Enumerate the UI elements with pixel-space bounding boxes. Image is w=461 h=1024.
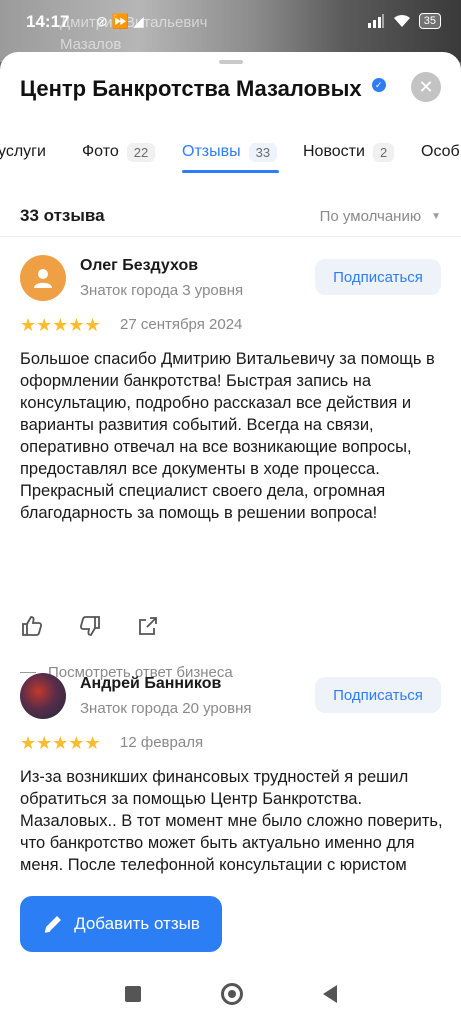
subscribe-button[interactable]: Подписаться [315, 259, 441, 295]
thumbs-down-icon[interactable] [78, 614, 102, 638]
recents-button[interactable] [124, 986, 141, 1002]
system-icons: 35 [367, 13, 441, 29]
sort-dropdown[interactable]: По умолчанию ▼ [320, 208, 441, 225]
status-notification-icons: ⊘ ⏩ ◢ [96, 13, 144, 29]
subscribe-button[interactable]: Подписаться [315, 677, 441, 713]
review-text: Большое спасибо Дмитрию Витальевичу за п… [20, 350, 435, 522]
review-text: Из-за возникших финансовых трудностей я … [20, 768, 443, 874]
reviewer-level: Знаток города 20 уровня [80, 700, 252, 717]
share-icon[interactable] [136, 614, 160, 638]
review-date: 12 февраля [120, 734, 204, 751]
rating-stars: ★★★★★ [20, 315, 101, 335]
thumbs-up-icon[interactable] [20, 614, 44, 638]
tab-features[interactable]: Особ [421, 138, 460, 166]
reviewer-level: Знаток города 3 уровня [80, 282, 244, 299]
system-nav-bar [0, 964, 461, 1024]
avatar[interactable] [20, 673, 66, 719]
divider [0, 236, 461, 237]
review-actions [20, 614, 160, 638]
tab-reviews[interactable]: Отзывы 33 [182, 138, 278, 166]
verified-icon: ✓ [371, 78, 386, 92]
close-button[interactable]: ✕ [411, 72, 441, 102]
review-date: 27 сентября 2024 [120, 316, 243, 333]
tab-count: 2 [372, 142, 395, 162]
pencil-icon [44, 916, 62, 933]
back-button[interactable] [322, 985, 337, 1003]
battery-icon: 35 [418, 13, 441, 29]
signal-icon [367, 14, 384, 28]
sheet-grabber[interactable] [219, 60, 243, 64]
user-icon [34, 269, 52, 288]
wifi-icon [393, 14, 410, 27]
tab-news[interactable]: Новости 2 [303, 138, 395, 166]
status-time: 14:17 [26, 12, 70, 31]
chevron-down-icon: ▼ [431, 210, 441, 222]
page-title: Центр Банкротства Мазаловых ✓ [20, 76, 386, 102]
organization-sheet: Центр Банкротства Мазаловых ✓ ✕ услуги Ф… [0, 52, 461, 1024]
reviewer-name[interactable]: Олег Бездухов [80, 257, 198, 275]
tab-photos[interactable]: Фото 22 [82, 138, 156, 166]
rating-stars: ★★★★★ [20, 733, 101, 753]
tab-count: 22 [126, 142, 156, 162]
tab-services[interactable]: услуги [0, 138, 46, 166]
tab-count: 33 [248, 142, 278, 162]
reviews-summary: 33 отзыва По умолчанию ▼ [20, 202, 441, 230]
reviews-count: 33 отзыва [20, 206, 105, 225]
add-review-button[interactable]: Добавить отзыв [20, 896, 222, 952]
reviewer-name[interactable]: Андрей Банников [80, 675, 221, 693]
avatar[interactable] [20, 255, 66, 301]
active-tab-indicator [182, 170, 279, 173]
dash-icon [20, 672, 36, 673]
home-button[interactable] [220, 983, 243, 1005]
